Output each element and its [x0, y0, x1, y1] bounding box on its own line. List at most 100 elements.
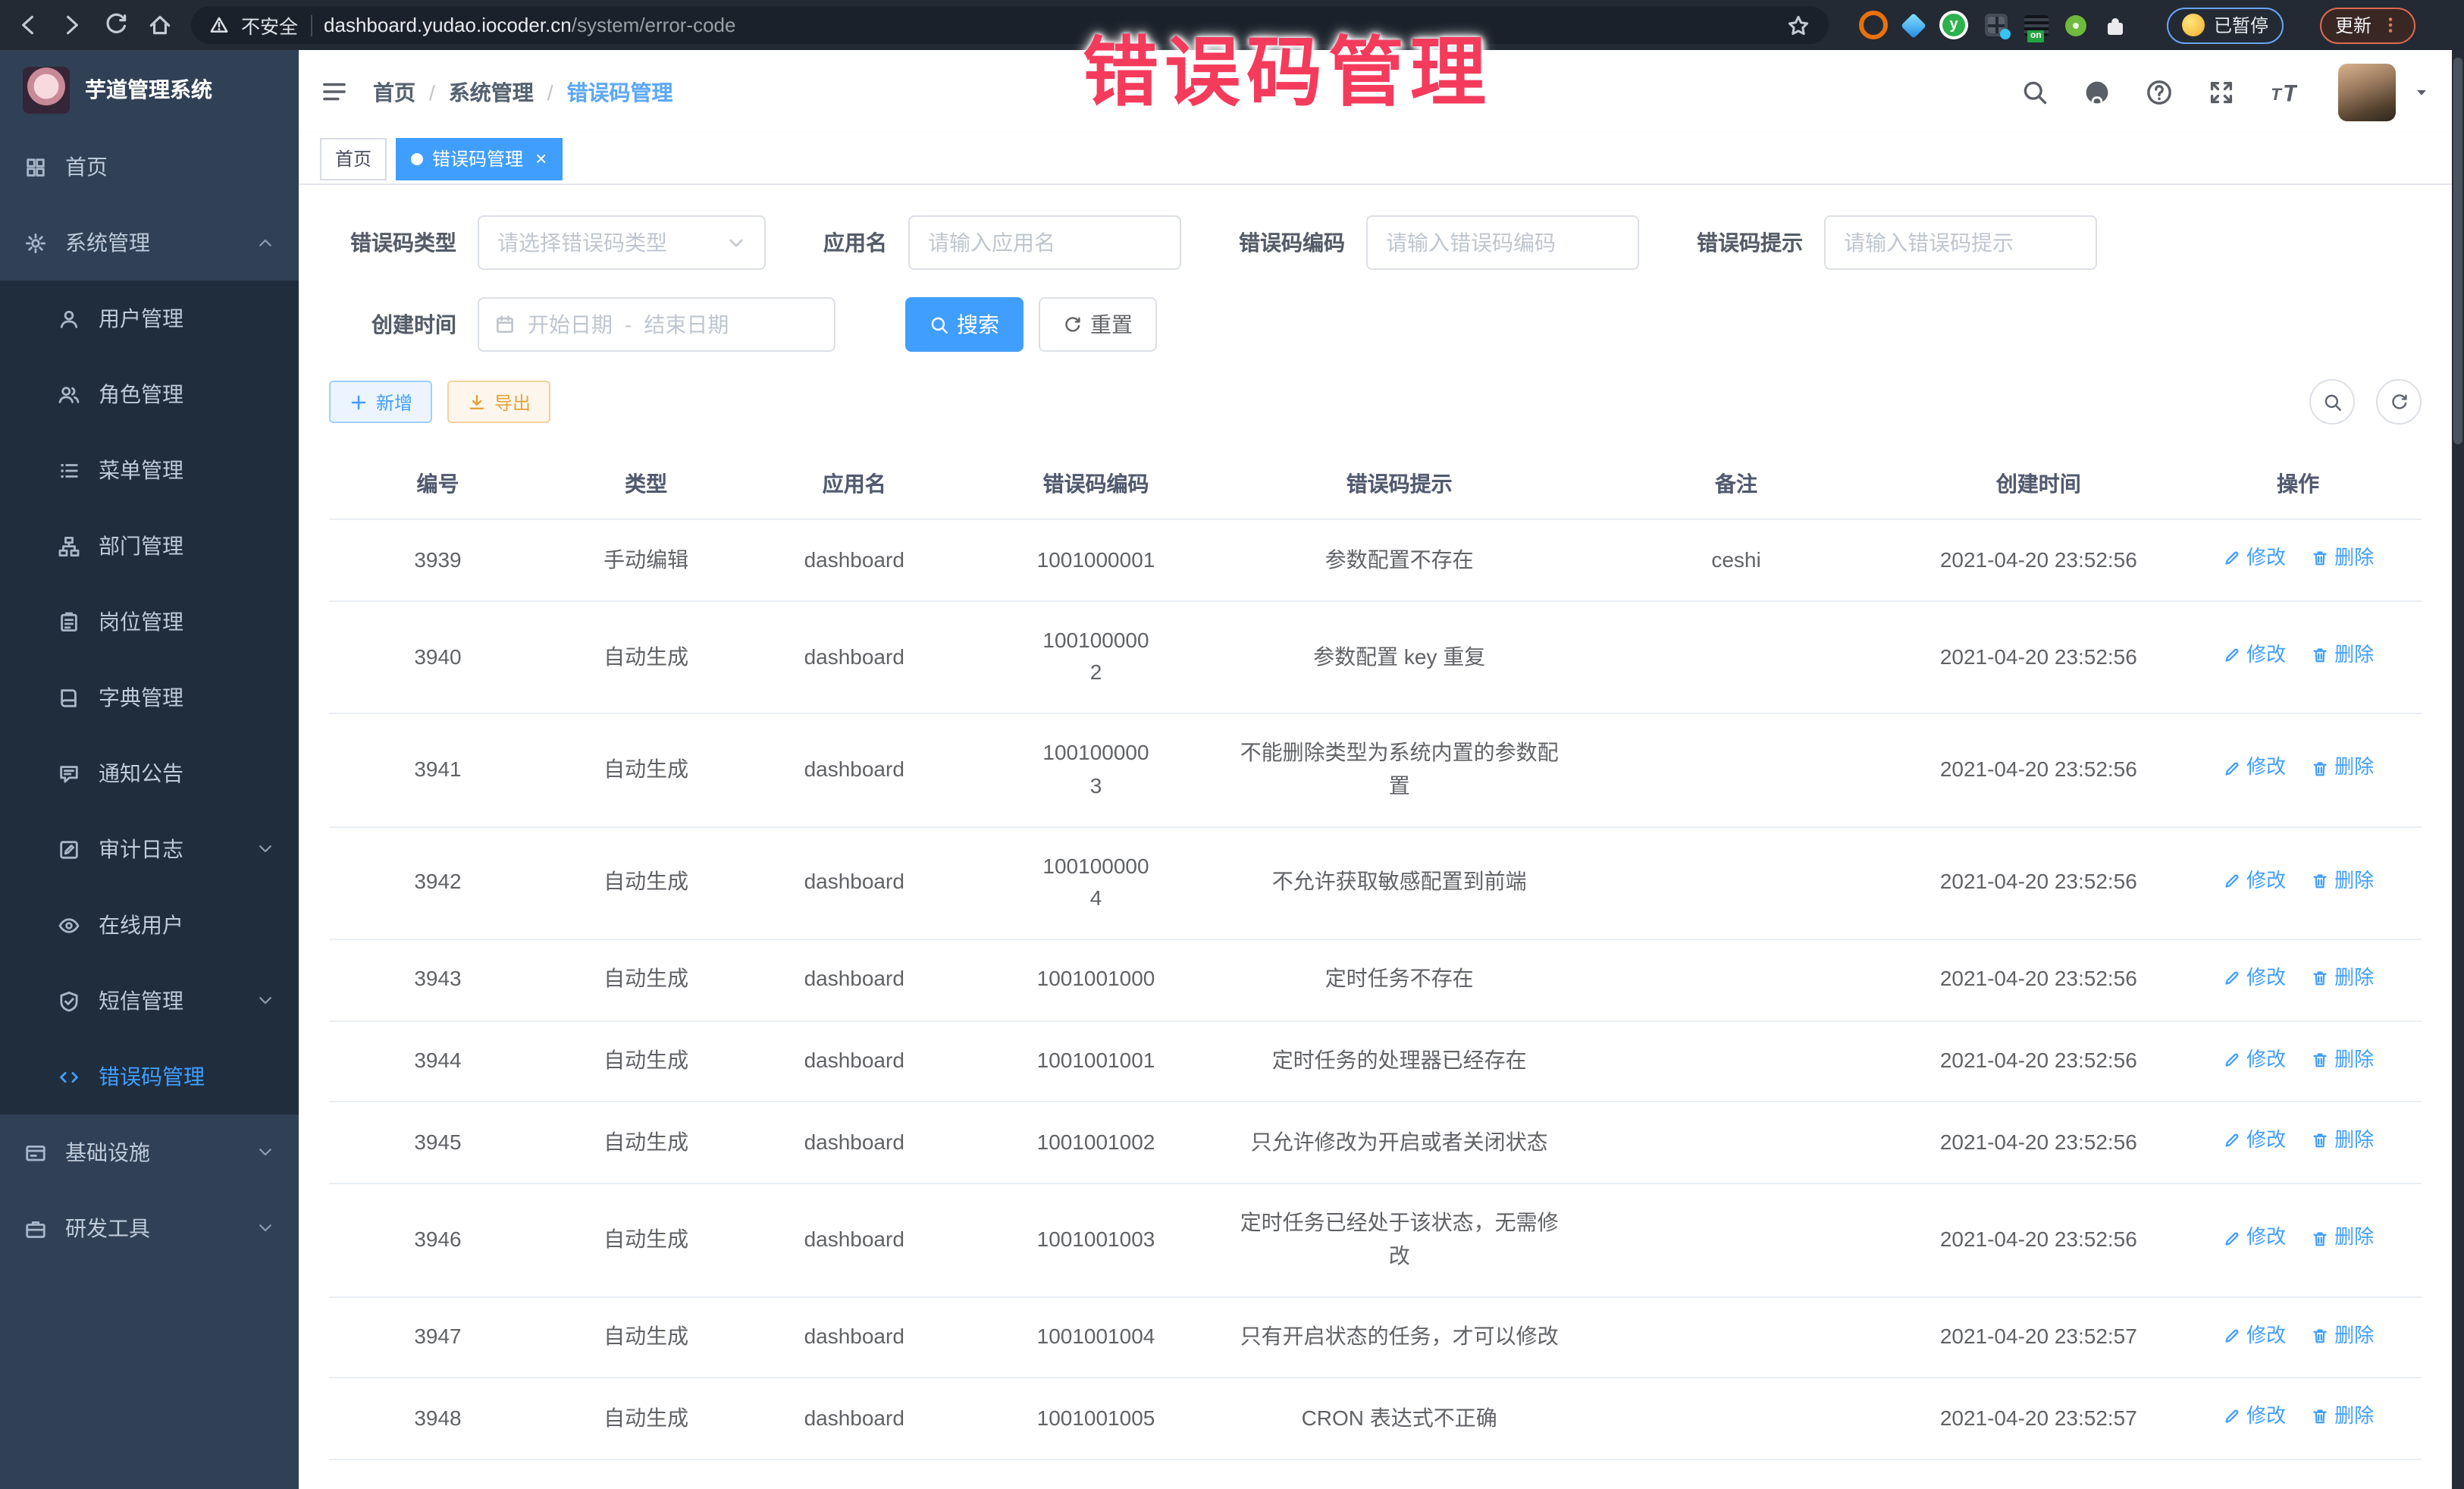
- delete-link[interactable]: 删除: [2310, 753, 2374, 783]
- edit-link[interactable]: 修改: [2222, 640, 2286, 670]
- sidebar-item-dict[interactable]: 字典管理: [0, 660, 299, 735]
- sidebar-item-tools[interactable]: 研发工具: [0, 1190, 299, 1266]
- app-logo-row[interactable]: 芋道管理系统: [0, 50, 299, 129]
- cell-actions: 修改删除: [2174, 826, 2422, 939]
- browser-home-icon[interactable]: [147, 12, 173, 38]
- cell-code: 1001000001: [963, 519, 1229, 601]
- edit-link[interactable]: 修改: [2222, 866, 2286, 896]
- sidebar-item-menu[interactable]: 菜单管理: [0, 432, 299, 508]
- github-icon[interactable]: [2083, 78, 2111, 105]
- help-icon[interactable]: [2146, 78, 2173, 105]
- app-name-input[interactable]: [908, 215, 1181, 270]
- delete-link[interactable]: 删除: [2310, 1044, 2374, 1074]
- export-button[interactable]: 导出: [447, 381, 550, 423]
- delete-link[interactable]: 删除: [2310, 1320, 2374, 1350]
- sidebar-item-label: 研发工具: [65, 1213, 150, 1243]
- extension-icon-green-y[interactable]: y: [1939, 11, 1968, 39]
- error-code-input[interactable]: [1366, 215, 1639, 270]
- sidebar-toggle-icon[interactable]: [320, 77, 349, 106]
- edit-link[interactable]: 修改: [2222, 1402, 2286, 1432]
- extension-icon-green-pin[interactable]: [2065, 14, 2086, 36]
- cell-msg: 定时任务的处理器已经存在: [1229, 1020, 1570, 1102]
- edit-link[interactable]: 修改: [2222, 963, 2286, 993]
- edit-link[interactable]: 修改: [2222, 1320, 2286, 1350]
- sidebar-item-code[interactable]: 错误码管理: [0, 1039, 299, 1114]
- sidebar-item-audit[interactable]: 审计日志: [0, 811, 299, 887]
- cell-type: 自动生成: [547, 1296, 745, 1378]
- delete-link[interactable]: 删除: [2310, 543, 2374, 573]
- add-button[interactable]: 新增: [329, 381, 432, 423]
- edit-link[interactable]: 修改: [2222, 753, 2286, 783]
- header-search-icon[interactable]: [2021, 78, 2049, 105]
- sidebar-item-dashboard[interactable]: 首页: [0, 129, 299, 205]
- browser-reload-icon[interactable]: [103, 12, 129, 38]
- browser-menu-icon[interactable]: [2381, 15, 2400, 35]
- browser-forward-icon[interactable]: [59, 12, 85, 38]
- table-row: 3942自动生成dashboard100100000 4不允许获取敏感配置到前端…: [329, 826, 2422, 939]
- pen-icon: [2222, 549, 2240, 567]
- scrollbar-thumb[interactable]: [2453, 58, 2462, 444]
- sidebar-item-online[interactable]: 在线用户: [0, 887, 299, 963]
- edit-link[interactable]: 修改: [2222, 543, 2286, 573]
- edit-link[interactable]: 修改: [2222, 1223, 2286, 1253]
- update-button[interactable]: 更新: [2320, 7, 2415, 43]
- refresh-table-button[interactable]: [2376, 379, 2422, 425]
- sidebar-item-label: 菜单管理: [99, 455, 183, 485]
- edit-link[interactable]: 修改: [2222, 1126, 2286, 1156]
- delete-link[interactable]: 删除: [2310, 1402, 2374, 1432]
- emoji-face-icon: [2182, 14, 2205, 36]
- sidebar-item-users[interactable]: 角色管理: [0, 356, 299, 432]
- tag-home[interactable]: 首页: [320, 137, 387, 180]
- paused-badge[interactable]: 已暂停: [2167, 7, 2284, 43]
- cell-type: 自动生成: [547, 939, 745, 1021]
- tag-error-code[interactable]: 错误码管理 ×: [396, 137, 562, 180]
- sidebar-item-notice[interactable]: 通知公告: [0, 735, 299, 811]
- breadcrumb-item[interactable]: 系统管理: [449, 77, 534, 107]
- bookmark-star-icon[interactable]: [1786, 13, 1810, 37]
- extension-icon-blue-gem[interactable]: [1901, 12, 1926, 38]
- sidebar-item-gear[interactable]: 系统管理: [0, 205, 299, 281]
- search-button[interactable]: 搜索: [905, 297, 1024, 352]
- code-icon: [58, 1065, 80, 1088]
- extensions-puzzle-icon[interactable]: [2103, 13, 2127, 37]
- sidebar-item-user[interactable]: 用户管理: [0, 281, 299, 356]
- col-actions: 操作: [2174, 449, 2422, 519]
- sidebar-item-infra[interactable]: 基础设施: [0, 1114, 299, 1190]
- breadcrumb-item[interactable]: 首页: [373, 77, 415, 107]
- delete-link[interactable]: 删除: [2310, 866, 2374, 896]
- post-icon: [58, 610, 80, 633]
- cell-memo: [1570, 1020, 1903, 1102]
- sidebar-item-post[interactable]: 岗位管理: [0, 584, 299, 660]
- sidebar-item-dept[interactable]: 部门管理: [0, 508, 299, 584]
- cell-msg: 参数配置 key 重复: [1229, 601, 1570, 714]
- browser-scrollbar[interactable]: [2452, 50, 2464, 1489]
- delete-link[interactable]: 删除: [2310, 1223, 2374, 1253]
- delete-link[interactable]: 删除: [2310, 640, 2374, 670]
- error-hint-input[interactable]: [1824, 215, 2097, 270]
- sidebar-item-sms[interactable]: 短信管理: [0, 963, 299, 1039]
- edit-link[interactable]: 修改: [2222, 1044, 2286, 1074]
- fullscreen-icon[interactable]: [2208, 78, 2235, 105]
- avatar-caret-icon[interactable]: [2412, 83, 2431, 101]
- toggle-search-button[interactable]: [2309, 379, 2355, 425]
- font-size-icon[interactable]: TT: [2270, 78, 2297, 105]
- address-bar[interactable]: 不安全 dashboard.yudao.iocoder.cn/system/er…: [191, 6, 1829, 44]
- filter-error-code: 错误码编码: [1239, 215, 1639, 270]
- user-avatar[interactable]: [2338, 63, 2396, 121]
- chev-down-icon: [256, 992, 274, 1010]
- cell-msg: 定时任务不存在: [1229, 939, 1570, 1021]
- extension-icon-list-on[interactable]: [2024, 14, 2049, 36]
- reset-button[interactable]: 重置: [1039, 297, 1157, 352]
- error-code-type-select[interactable]: 请选择错误码类型: [478, 215, 766, 270]
- extension-icon-orange-ring[interactable]: [1859, 11, 1888, 39]
- delete-link[interactable]: 删除: [2310, 963, 2374, 993]
- delete-link[interactable]: 删除: [2310, 1126, 2374, 1156]
- breadcrumb-item[interactable]: 错误码管理: [567, 77, 673, 107]
- tools-icon: [24, 1217, 47, 1240]
- extension-icon-grid[interactable]: [1985, 14, 2008, 36]
- date-range-picker[interactable]: 开始日期 - 结束日期: [478, 297, 835, 352]
- filter-create-time: 创建时间 开始日期 - 结束日期: [329, 297, 835, 352]
- tag-close-icon[interactable]: ×: [535, 149, 547, 168]
- browser-back-icon[interactable]: [15, 12, 41, 38]
- active-tag-dot-icon: [411, 152, 423, 165]
